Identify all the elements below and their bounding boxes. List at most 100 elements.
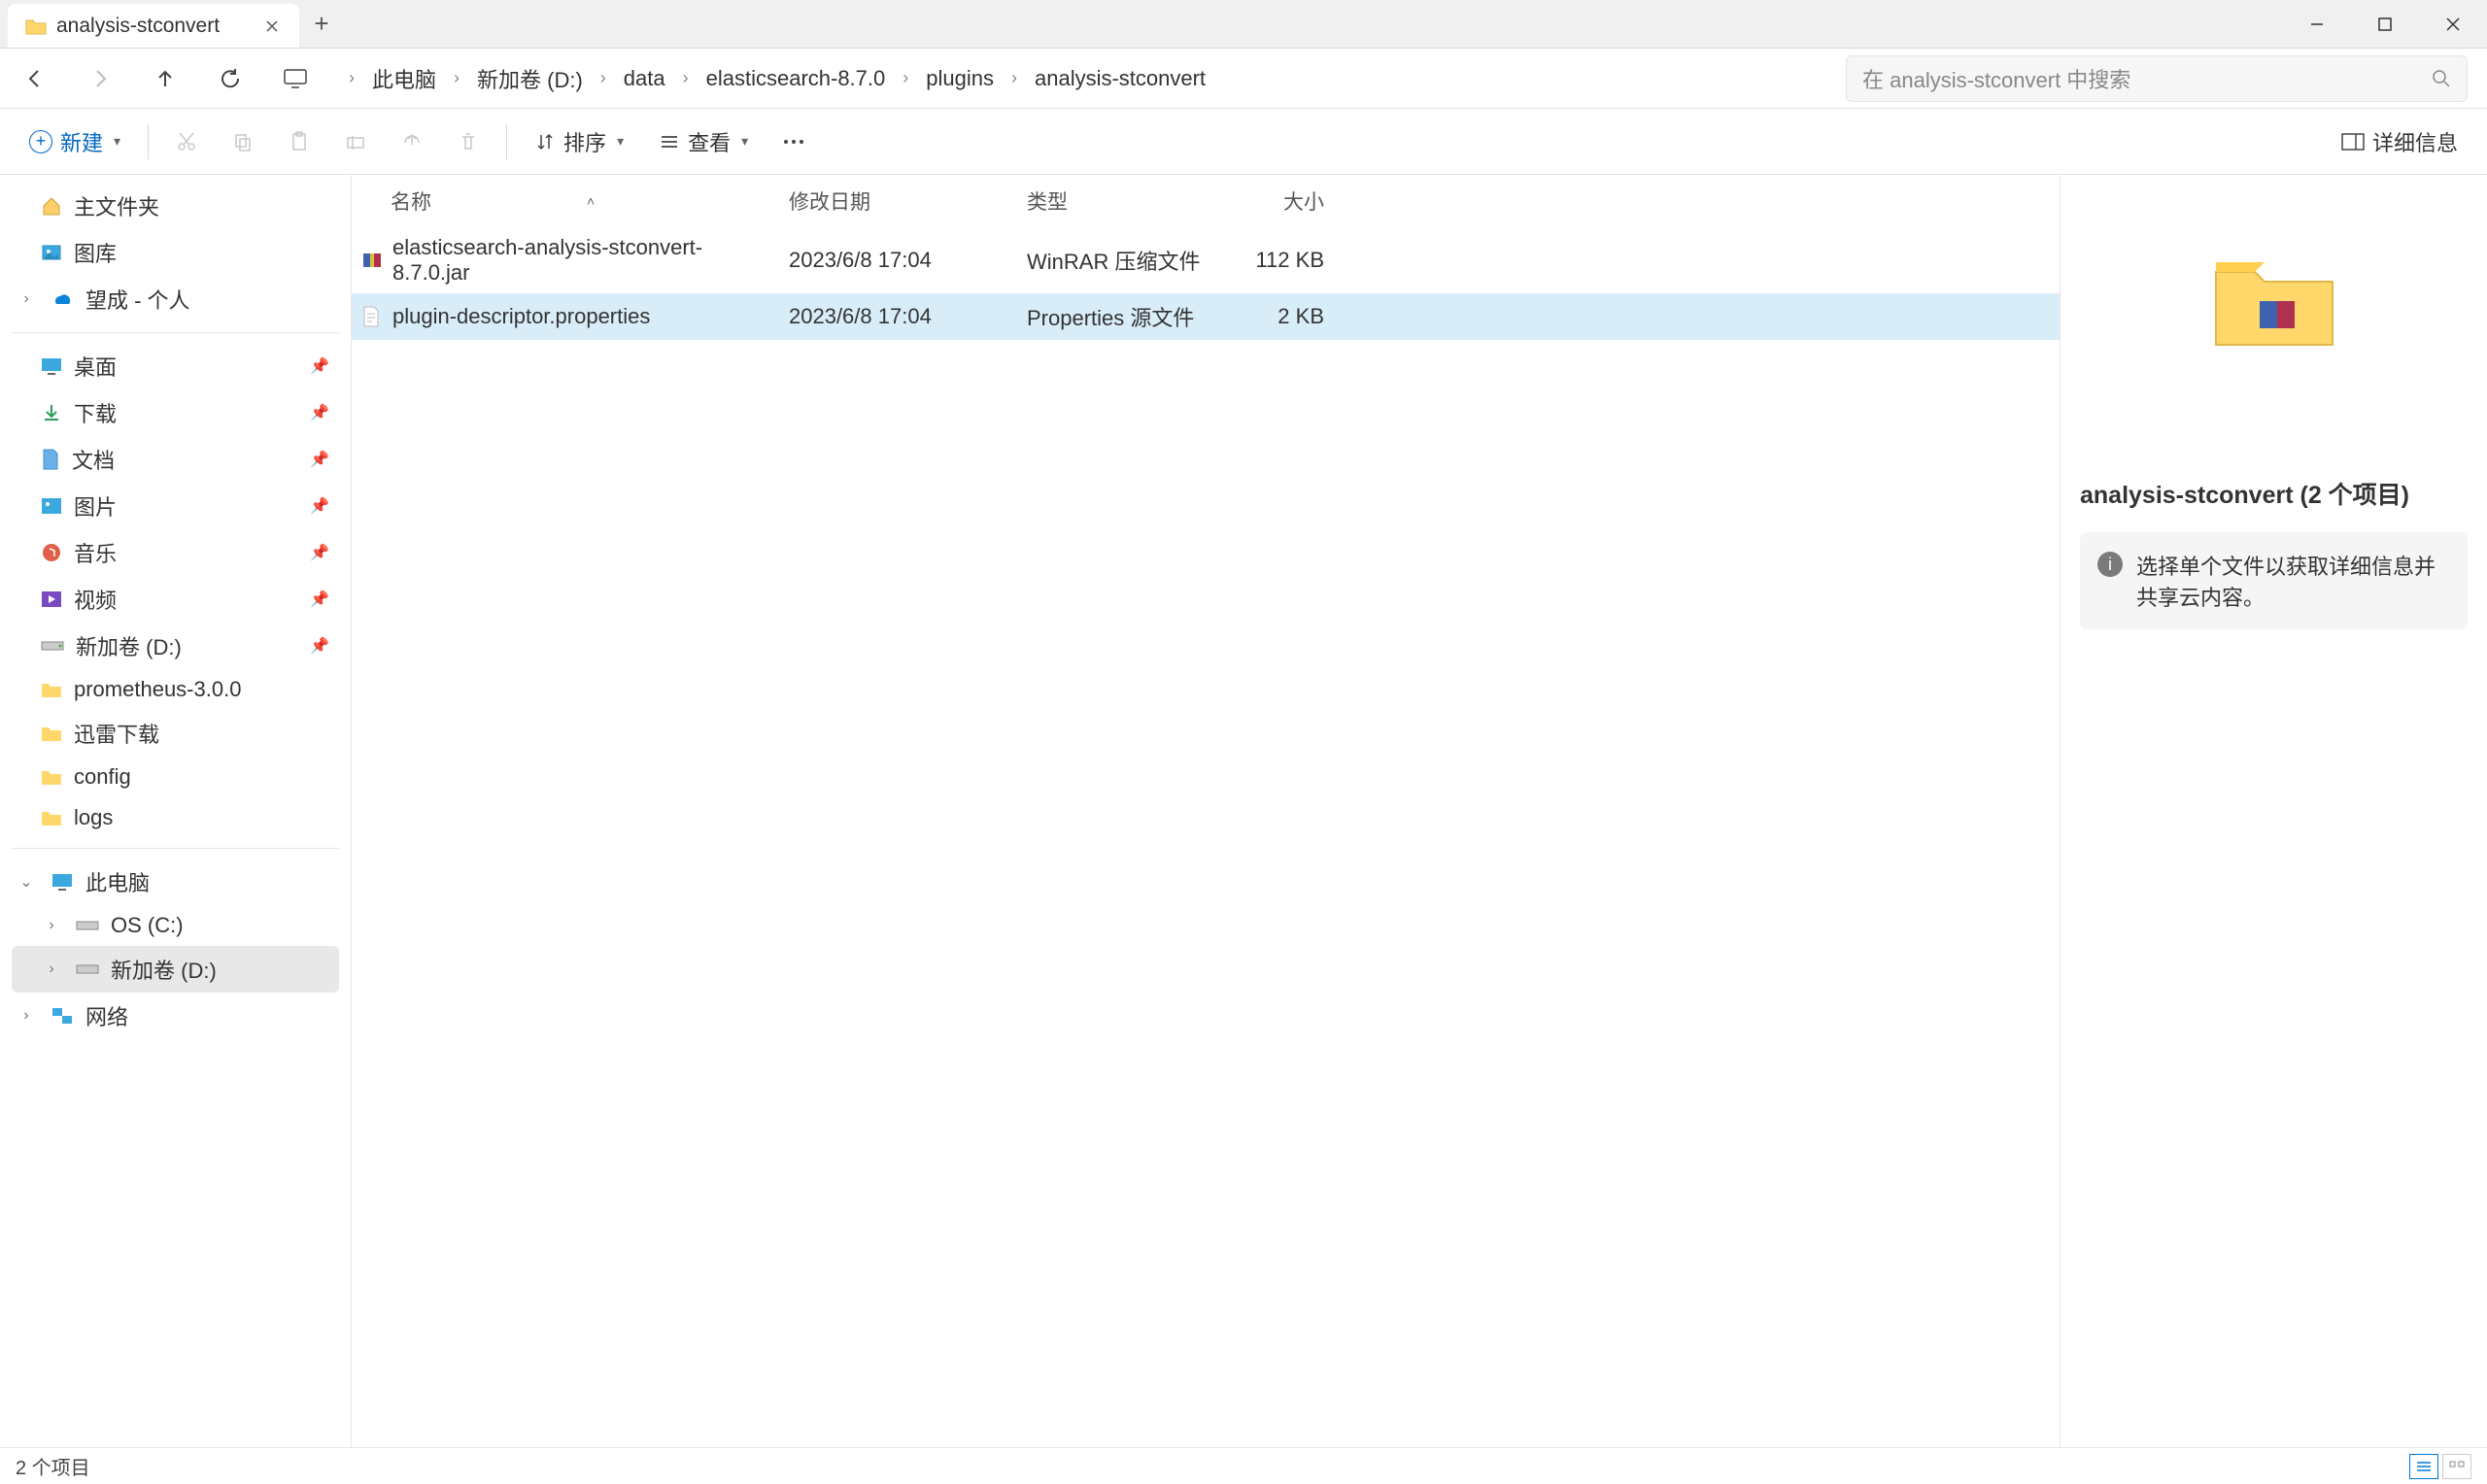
breadcrumb-item[interactable]: 此电脑 xyxy=(358,59,450,98)
breadcrumb-item[interactable]: elasticsearch-8.7.0 xyxy=(693,62,900,95)
new-button[interactable]: + 新建 ▾ xyxy=(16,120,134,163)
chevron-right-icon: › xyxy=(450,68,463,88)
search-input[interactable]: 在 analysis-stconvert 中搜索 xyxy=(1846,55,2468,102)
sidebar-drive-c[interactable]: › OS (C:) xyxy=(12,905,339,946)
pin-icon[interactable]: 📌 xyxy=(310,543,329,562)
picture-icon xyxy=(41,497,62,515)
cut-button[interactable] xyxy=(162,120,211,163)
details-panel: analysis-stconvert (2 个项目) i 选择单个文件以获取详细… xyxy=(2060,175,2487,1447)
file-size: 112 KB xyxy=(1211,244,1334,277)
column-header-size[interactable]: 大小 xyxy=(1211,183,1334,219)
pc-icon[interactable] xyxy=(280,63,311,94)
sidebar-gallery[interactable]: 图库 xyxy=(12,229,339,276)
breadcrumb-item[interactable]: plugins xyxy=(912,62,1007,95)
sidebar-music[interactable]: 音乐 📌 xyxy=(12,529,339,576)
file-date: 2023/6/8 17:04 xyxy=(779,300,1017,333)
breadcrumb: › 此电脑 › 新加卷 (D:) › data › elasticsearch-… xyxy=(345,59,1219,98)
pin-icon[interactable]: 📌 xyxy=(310,356,329,376)
more-button[interactable] xyxy=(769,120,818,163)
sidebar-drive-d-tree[interactable]: › 新加卷 (D:) xyxy=(12,946,339,993)
sort-label: 排序 xyxy=(563,126,606,157)
back-button[interactable] xyxy=(19,63,51,94)
sidebar-onedrive[interactable]: › 望成 - 个人 xyxy=(12,276,339,322)
sidebar-item-label: 网络 xyxy=(85,1000,128,1031)
refresh-button[interactable] xyxy=(215,63,246,94)
sidebar-item-label: 音乐 xyxy=(74,537,117,568)
folder-icon xyxy=(41,681,62,698)
pin-icon[interactable]: 📌 xyxy=(310,636,329,656)
view-label: 查看 xyxy=(688,126,731,157)
new-tab-button[interactable]: + xyxy=(299,0,344,48)
pin-icon[interactable]: 📌 xyxy=(310,403,329,422)
sidebar-folder[interactable]: config xyxy=(12,757,339,797)
sort-button[interactable]: 排序 ▾ xyxy=(521,120,637,163)
breadcrumb-item[interactable]: data xyxy=(610,62,679,95)
expand-icon[interactable]: › xyxy=(17,290,35,308)
delete-button[interactable] xyxy=(444,120,493,163)
separator xyxy=(148,124,149,159)
new-label: 新建 xyxy=(60,126,103,157)
forward-button[interactable] xyxy=(85,63,116,94)
expand-icon[interactable]: › xyxy=(43,961,60,978)
window-tab[interactable]: analysis-stconvert xyxy=(8,4,299,48)
copy-button[interactable] xyxy=(219,120,267,163)
download-icon xyxy=(41,402,62,423)
sidebar-item-label: logs xyxy=(74,805,113,830)
sidebar-item-label: 图片 xyxy=(74,490,117,522)
column-header-type[interactable]: 类型 xyxy=(1017,183,1211,219)
share-button[interactable] xyxy=(388,120,436,163)
sidebar-this-pc[interactable]: ⌄ 此电脑 xyxy=(12,859,339,905)
expand-icon[interactable]: › xyxy=(17,1007,35,1025)
sidebar-downloads[interactable]: 下载📌 xyxy=(12,389,339,436)
tab-close-button[interactable] xyxy=(262,17,282,36)
icons-view-button[interactable] xyxy=(2442,1454,2471,1479)
file-date: 2023/6/8 17:04 xyxy=(779,244,1017,277)
view-icon xyxy=(659,131,680,152)
sidebar-item-label: 文档 xyxy=(72,444,115,475)
folder-icon xyxy=(41,768,62,786)
network-icon xyxy=(51,1006,74,1026)
sidebar-item-label: OS (C:) xyxy=(111,913,184,938)
details-icon xyxy=(2341,133,2365,151)
pin-icon[interactable]: 📌 xyxy=(310,496,329,516)
paste-button[interactable] xyxy=(275,120,324,163)
file-name: elasticsearch-analysis-stconvert-8.7.0.j… xyxy=(392,235,769,286)
sidebar-drive-d[interactable]: 新加卷 (D:)📌 xyxy=(12,623,339,669)
sidebar-folder[interactable]: 迅雷下载 xyxy=(12,710,339,757)
file-row[interactable]: plugin-descriptor.properties 2023/6/8 17… xyxy=(352,293,2060,340)
sidebar-videos[interactable]: 视频📌 xyxy=(12,576,339,623)
rename-button[interactable] xyxy=(331,120,380,163)
expand-icon[interactable]: › xyxy=(43,917,60,934)
up-button[interactable] xyxy=(150,63,181,94)
sidebar-item-label: 新加卷 (D:) xyxy=(111,954,217,985)
drive-icon xyxy=(76,962,99,976)
details-view-button[interactable] xyxy=(2409,1454,2438,1479)
minimize-button[interactable] xyxy=(2283,0,2351,48)
breadcrumb-item[interactable]: analysis-stconvert xyxy=(1021,62,1219,95)
sidebar-pictures[interactable]: 图片 📌 xyxy=(12,483,339,529)
collapse-icon[interactable]: ⌄ xyxy=(17,872,35,892)
sidebar-documents[interactable]: 文档 📌 xyxy=(12,436,339,483)
sidebar-network[interactable]: › 网络 xyxy=(12,993,339,1039)
pin-icon[interactable]: 📌 xyxy=(310,450,329,469)
sidebar-item-label: 此电脑 xyxy=(85,866,150,897)
file-name: plugin-descriptor.properties xyxy=(392,304,650,329)
pin-icon[interactable]: 📌 xyxy=(310,590,329,609)
sidebar-item-label: config xyxy=(74,764,131,790)
details-toggle-button[interactable]: 详细信息 xyxy=(2328,120,2471,163)
sidebar-home[interactable]: 主文件夹 xyxy=(12,183,339,229)
sidebar-folder[interactable]: prometheus-3.0.0 xyxy=(12,669,339,710)
view-button[interactable]: 查看 ▾ xyxy=(645,120,762,163)
sidebar-desktop[interactable]: 桌面📌 xyxy=(12,343,339,389)
navigation-sidebar: 主文件夹 图库 › 望成 - 个人 桌面📌 下载📌 文档 📌 图片 📌 音乐 📌 视频… xyxy=(0,175,352,1447)
sort-asc-icon: ˄ xyxy=(587,193,595,209)
maximize-button[interactable] xyxy=(2351,0,2419,48)
file-row[interactable]: elasticsearch-analysis-stconvert-8.7.0.j… xyxy=(352,227,2060,293)
file-size: 2 KB xyxy=(1211,300,1334,333)
chevron-right-icon: › xyxy=(899,68,912,88)
column-header-name[interactable]: 名称˄ xyxy=(352,183,779,219)
sidebar-folder[interactable]: logs xyxy=(12,797,339,838)
breadcrumb-item[interactable]: 新加卷 (D:) xyxy=(463,59,596,98)
column-header-date[interactable]: 修改日期 xyxy=(779,183,1017,219)
close-window-button[interactable] xyxy=(2419,0,2487,48)
